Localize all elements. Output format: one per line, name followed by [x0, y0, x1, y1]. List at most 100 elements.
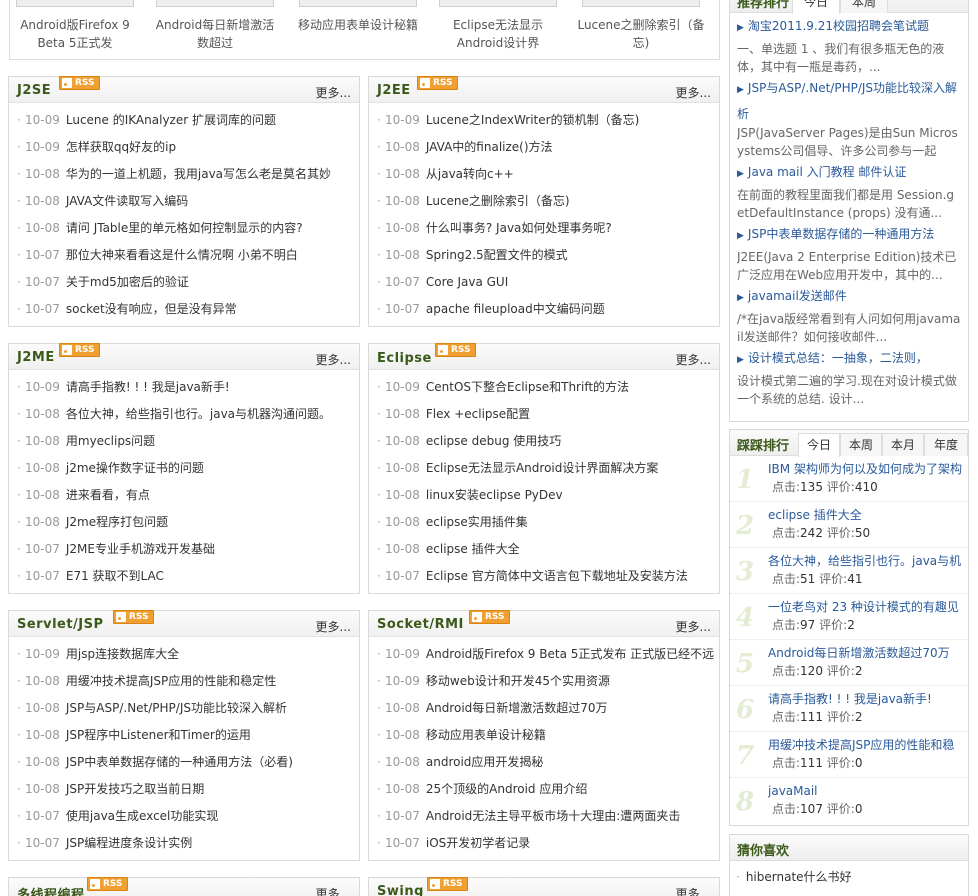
- item-link[interactable]: 从java转向c++: [426, 167, 514, 181]
- list-item[interactable]: · 10-09 Android版Firefox 9 Beta 5正式发布 正式版已经…: [369, 644, 719, 671]
- panel-title[interactable]: J2ME: [17, 350, 55, 365]
- item-link[interactable]: 请问 JTable里的单元格如何控制显示的内容?: [66, 221, 303, 235]
- item-link[interactable]: 进来看看，有点: [66, 488, 150, 502]
- list-item[interactable]: · 10-08 请问 JTable里的单元格如何控制显示的内容?: [9, 218, 359, 245]
- item-link[interactable]: Spring2.5配置文件的模式: [426, 248, 568, 262]
- recommend-item-title-text[interactable]: 淘宝2011.9.21校园招聘会笔试题: [748, 19, 929, 33]
- list-item[interactable]: · 10-09 CentOS下整合Eclipse和Thrift的方法: [369, 377, 719, 404]
- list-item[interactable]: · 10-09 移动web设计和开发45个实用资源: [369, 671, 719, 698]
- item-link[interactable]: Eclipse 官方简体中文语言包下载地址及安装方法: [426, 569, 688, 583]
- item-link[interactable]: 用myeclips问题: [66, 434, 155, 448]
- recommend-item-title-text[interactable]: JSP与ASP/.Net/PHP/JS功能比较深入解析: [737, 81, 957, 121]
- rank-title[interactable]: 一位老鸟对 23 种设计模式的有趣见: [768, 598, 962, 616]
- list-item[interactable]: · 10-07 JSP编程进度条设计实例: [9, 833, 359, 860]
- rank-title[interactable]: IBM 架构师为何以及如何成为了架构: [768, 460, 962, 478]
- item-link[interactable]: iOS开发初学者记录: [426, 836, 530, 850]
- item-link[interactable]: android应用开发揭秘: [426, 755, 544, 769]
- thumb-item[interactable]: Android每日新增激活数超过: [150, 0, 280, 52]
- thumb-image[interactable]: [299, 0, 417, 7]
- item-link[interactable]: apache fileupload中文编码问题: [426, 302, 605, 316]
- recommend-item-title-text[interactable]: javamail发送邮件: [748, 289, 847, 303]
- item-link[interactable]: JAVA中的finalize()方法: [426, 140, 553, 154]
- panel-title[interactable]: Socket/RMI: [377, 617, 464, 632]
- recommend-item-title[interactable]: ▶ javamail发送邮件: [737, 284, 961, 310]
- recommend-item-title-text[interactable]: 设计模式总结：一抽象，二法则，: [748, 351, 928, 365]
- rss-badge[interactable]: RSS: [113, 610, 154, 624]
- more-link[interactable]: 更多...: [316, 885, 351, 896]
- list-item[interactable]: · 10-08 android应用开发揭秘: [369, 752, 719, 779]
- rss-badge[interactable]: RSS: [435, 343, 476, 357]
- item-link[interactable]: 使用java生成excel功能实现: [66, 809, 219, 823]
- list-item[interactable]: · 10-08 Android每日新增激活数超过70万: [369, 698, 719, 725]
- more-link[interactable]: 更多...: [316, 351, 351, 368]
- thumb-image[interactable]: [16, 0, 134, 7]
- list-item[interactable]: · 10-08 JSP开发技巧之取当前日期: [9, 779, 359, 806]
- list-item[interactable]: · 10-08 eclipse实用插件集: [369, 512, 719, 539]
- tab-year[interactable]: 年度: [924, 433, 968, 456]
- item-link[interactable]: Android每日新增激活数超过70万: [426, 701, 608, 715]
- item-link[interactable]: JSP编程进度条设计实例: [66, 836, 192, 850]
- list-item[interactable]: · 10-08 J2me程序打包问题: [9, 512, 359, 539]
- item-link[interactable]: 什么叫事务? Java如何处理事务呢?: [426, 221, 612, 235]
- list-item[interactable]: · 10-07 apache fileupload中文编码问题: [369, 299, 719, 326]
- recommend-item-title[interactable]: ▶ 设计模式总结：一抽象，二法则，: [737, 346, 961, 372]
- panel-title[interactable]: J2EE: [377, 83, 411, 98]
- tab-month[interactable]: 本月: [882, 433, 924, 456]
- list-item[interactable]: · 10-07 Core Java GUI: [369, 272, 719, 299]
- more-link[interactable]: 更多...: [676, 84, 711, 101]
- list-item[interactable]: · 10-09 怎样获取qq好友的ip: [9, 137, 359, 164]
- item-link[interactable]: eclipse debug 使用技巧: [426, 434, 561, 448]
- item-link[interactable]: Lucene之IndexWriter的锁机制（备忘): [426, 113, 639, 127]
- list-item[interactable]: · 10-08 移动应用表单设计秘籍: [369, 725, 719, 752]
- panel-title[interactable]: Swing: [377, 884, 424, 896]
- thumb-item[interactable]: Lucene之删除索引（备忘): [576, 0, 706, 52]
- tab-today[interactable]: 今日: [798, 433, 840, 457]
- rank-title[interactable]: eclipse 插件大全: [768, 506, 962, 524]
- rss-badge[interactable]: RSS: [469, 610, 510, 624]
- item-link[interactable]: Lucene之删除索引（备忘): [426, 194, 570, 208]
- item-link[interactable]: j2me操作数字证书的问题: [66, 461, 204, 475]
- thumb-image[interactable]: [582, 0, 700, 7]
- item-link[interactable]: J2ME专业手机游戏开发基础: [66, 542, 215, 556]
- item-link[interactable]: socket没有响应，但是没有异常: [66, 302, 237, 316]
- recommend-item-title-text[interactable]: Java mail 入门教程 邮件认证: [748, 165, 907, 179]
- thumb-caption[interactable]: 移动应用表单设计秘籍: [293, 16, 423, 34]
- rank-title[interactable]: 用缓冲技术提高JSP应用的性能和稳: [768, 736, 962, 754]
- list-item[interactable]: · 10-08 什么叫事务? Java如何处理事务呢?: [369, 218, 719, 245]
- item-link[interactable]: 移动web设计和开发45个实用资源: [426, 674, 610, 688]
- thumb-item[interactable]: Android版Firefox 9 Beta 5正式发: [10, 0, 140, 52]
- item-link[interactable]: 25个顶级的Android 应用介绍: [426, 782, 587, 796]
- list-item[interactable]: · 10-07 Android无法主导平板市场十大理由:遭两面夹击: [369, 806, 719, 833]
- panel-title[interactable]: Eclipse: [377, 351, 432, 366]
- item-link[interactable]: JAVA文件读取写入编码: [66, 194, 188, 208]
- thumb-caption[interactable]: Eclipse无法显示Android设计界: [433, 16, 563, 52]
- thumb-caption[interactable]: Android每日新增激活数超过: [150, 16, 280, 52]
- rss-badge[interactable]: RSS: [59, 343, 100, 357]
- more-link[interactable]: 更多...: [316, 618, 351, 635]
- list-item[interactable]: · 10-09 用jsp连接数据库大全: [9, 644, 359, 671]
- thumb-image[interactable]: [156, 0, 274, 7]
- item-link[interactable]: 移动应用表单设计秘籍: [426, 728, 546, 742]
- thumb-image[interactable]: [439, 0, 557, 7]
- list-item[interactable]: · 10-08 JAVA中的finalize()方法: [369, 137, 719, 164]
- more-link[interactable]: 更多...: [676, 885, 711, 896]
- list-item[interactable]: · 10-08 JSP程序中Listener和Timer的运用: [9, 725, 359, 752]
- item-link[interactable]: 用jsp连接数据库大全: [66, 647, 179, 661]
- list-item[interactable]: · 10-07 socket没有响应，但是没有异常: [9, 299, 359, 326]
- item-link[interactable]: Lucene 的IKAnalyzer 扩展词库的问题: [66, 113, 276, 127]
- list-item[interactable]: · 10-08 linux安装eclipse PyDev: [369, 485, 719, 512]
- thumb-item[interactable]: 移动应用表单设计秘籍: [293, 0, 423, 34]
- rss-badge[interactable]: RSS: [59, 76, 100, 90]
- panel-title[interactable]: 多线程编程: [17, 884, 85, 896]
- recommend-item-title[interactable]: ▶ JSP与ASP/.Net/PHP/JS功能比较深入解析: [737, 76, 961, 124]
- list-item[interactable]: · 10-07 Eclipse 官方简体中文语言包下载地址及安装方法: [369, 566, 719, 593]
- list-item[interactable]: · 10-07 E71 获取不到LAC: [9, 566, 359, 593]
- rank-title[interactable]: javaMail: [768, 782, 962, 800]
- list-item[interactable]: · 10-09 Lucene之IndexWriter的锁机制（备忘): [369, 110, 719, 137]
- list-item[interactable]: · 10-08 用myeclips问题: [9, 431, 359, 458]
- recommend-item-title-text[interactable]: JSP中表单数据存储的一种通用方法: [748, 227, 934, 241]
- item-link[interactable]: JSP与ASP/.Net/PHP/JS功能比较深入解析: [66, 701, 287, 715]
- list-item[interactable]: · 10-07 关于md5加密后的验证: [9, 272, 359, 299]
- item-link[interactable]: Eclipse无法显示Android设计界面解决方案: [426, 461, 659, 475]
- list-item[interactable]: · 10-08 JSP中表单数据存储的一种通用方法（必看): [9, 752, 359, 779]
